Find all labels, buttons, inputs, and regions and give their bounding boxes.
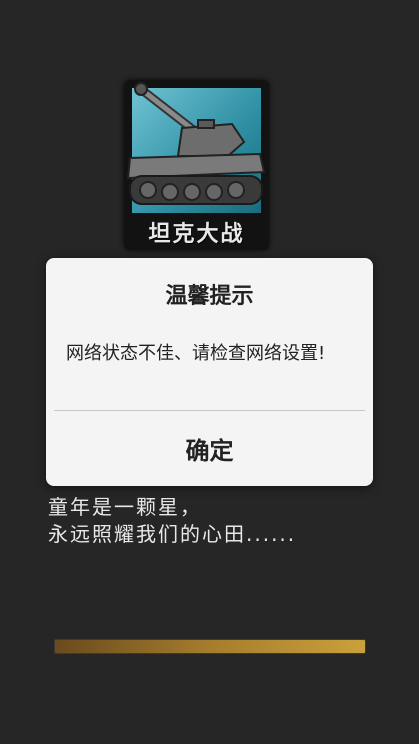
dialog-title: 温馨提示 [165,284,254,309]
confirm-button[interactable]: 确定 [46,411,373,486]
alert-dialog: 温馨提示 网络状态不佳、请检查网络设置! 确定 [46,258,373,486]
dialog-message: 网络状态不佳、请检查网络设置! [66,343,326,364]
